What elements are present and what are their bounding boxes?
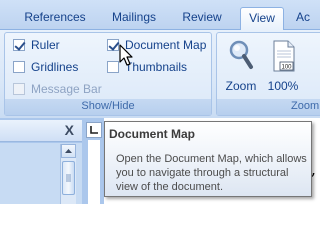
- mouse-pointer-icon: [119, 44, 133, 66]
- ruler-tab-selector[interactable]: [86, 122, 102, 138]
- ruler-checkbox[interactable]: Ruler: [13, 37, 60, 53]
- vertical-ruler: [88, 140, 100, 204]
- page-100-icon-text: 100: [281, 65, 292, 71]
- ribbon-tab-strip: References Mailings Review View Ac: [0, 0, 320, 31]
- left-tab-icon: [90, 126, 98, 134]
- zoom-button-label: Zoom: [225, 79, 257, 93]
- gridlines-checkbox-label: Gridlines: [31, 60, 79, 74]
- message-bar-checkbox: Message Bar: [13, 81, 102, 97]
- grip-icon: [66, 174, 71, 182]
- zoom-group: Zoom 100 100% Zoom: [216, 32, 320, 116]
- tab-references[interactable]: References: [18, 7, 92, 30]
- ruler-checkbox-label: Ruler: [31, 38, 60, 52]
- document-map-checkbox-label: Document Map: [125, 38, 207, 52]
- scroll-up-arrow[interactable]: [61, 144, 76, 158]
- tab-view[interactable]: View: [240, 7, 284, 31]
- zoom-button[interactable]: Zoom: [221, 39, 261, 97]
- ruler-checkbox-box[interactable]: [13, 39, 25, 51]
- page-100-icon: 100: [273, 40, 295, 72]
- tooltip-body: Open the Document Map, which allows you …: [116, 153, 307, 193]
- document-map-checkbox-box[interactable]: [107, 39, 119, 51]
- triangle-up-icon: [65, 149, 72, 153]
- close-pane-button[interactable]: X: [65, 122, 74, 138]
- message-bar-checkbox-label: Message Bar: [31, 82, 102, 96]
- tab-mailings[interactable]: Mailings: [104, 7, 164, 30]
- tab-add-ins[interactable]: Ac: [296, 7, 320, 30]
- pane-scrollbar[interactable]: [60, 144, 76, 204]
- scroll-thumb[interactable]: [62, 161, 75, 195]
- show-hide-group: Ruler Gridlines Message Bar Document Map…: [4, 32, 212, 116]
- zoom-100-button[interactable]: 100 100%: [265, 39, 301, 97]
- message-bar-checkbox-box: [13, 83, 25, 95]
- magnifier-icon: [229, 40, 253, 69]
- document-map-tooltip: Document Map Open the Document Map, whic…: [104, 121, 312, 197]
- tab-review[interactable]: Review: [176, 7, 228, 30]
- gridlines-checkbox[interactable]: Gridlines: [13, 59, 78, 75]
- zoom-group-label: Zoom: [217, 99, 320, 115]
- thumbnails-checkbox-box[interactable]: [107, 61, 119, 73]
- document-map-pane-header: X: [0, 120, 82, 142]
- show-hide-group-label: Show/Hide: [5, 99, 211, 115]
- ribbon: Ruler Gridlines Message Bar Document Map…: [0, 30, 320, 118]
- gridlines-checkbox-box[interactable]: [13, 61, 25, 73]
- tooltip-title: Document Map: [109, 127, 196, 141]
- zoom-100-button-label: 100%: [267, 79, 299, 93]
